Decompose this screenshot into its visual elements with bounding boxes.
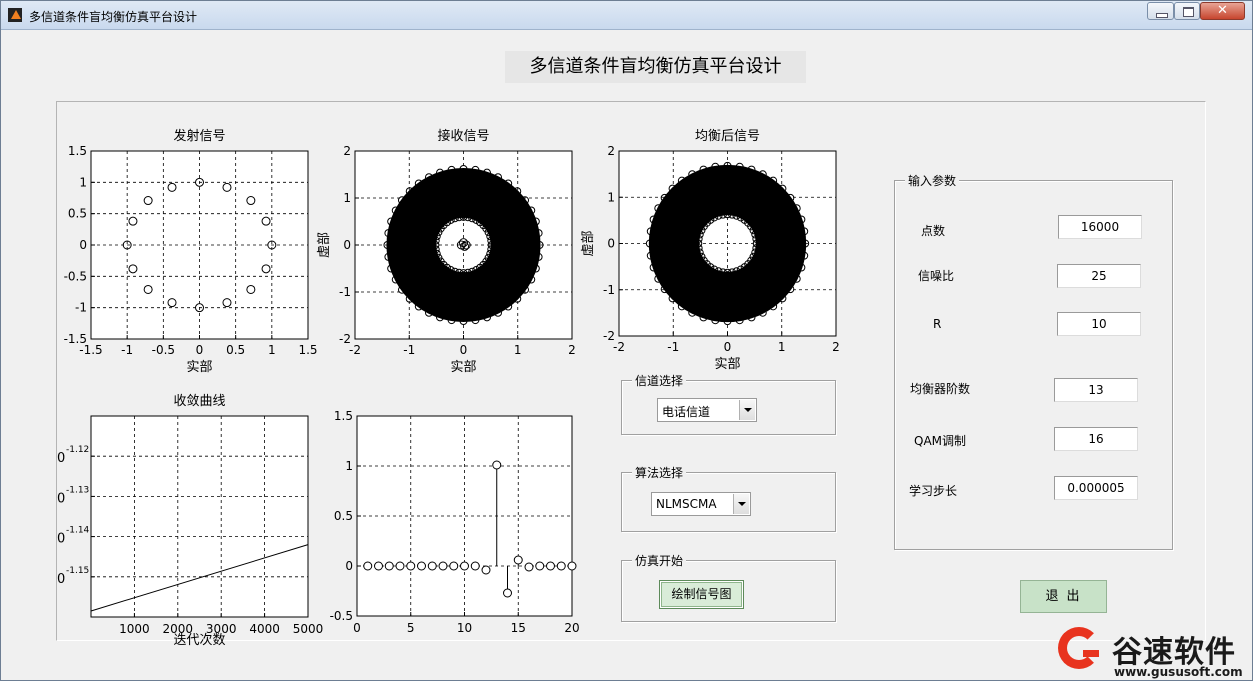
qam-label: QAM调制 — [914, 434, 967, 448]
simulation-group-title: 仿真开始 — [632, 552, 687, 569]
r-field[interactable]: 10 — [1057, 312, 1141, 336]
watermark-logo: 谷速软件 www.gususoft.com — [1052, 625, 1252, 681]
close-icon: ✕ — [1217, 3, 1228, 18]
title-bar[interactable]: 多信道条件盲均衡仿真平台设计 ✕ — [1, 1, 1252, 30]
channel-select[interactable]: 电话信道 — [657, 398, 757, 422]
step-size-label: 学习步长 — [909, 484, 958, 498]
window-title: 多信道条件盲均衡仿真平台设计 — [29, 10, 198, 24]
snr-field[interactable]: 25 — [1057, 264, 1141, 288]
chevron-down-icon[interactable] — [739, 400, 755, 420]
step-size-field[interactable]: 0.000005 — [1054, 476, 1138, 500]
minimize-button[interactable] — [1147, 2, 1174, 20]
qam-field[interactable]: 16 — [1054, 427, 1138, 451]
points-field[interactable]: 16000 — [1058, 215, 1142, 239]
algorithm-select[interactable]: NLMSCMA — [651, 492, 751, 516]
watermark-url: www.gususoft.com — [1114, 665, 1243, 679]
logo-icon — [1058, 627, 1100, 669]
chevron-down-icon[interactable] — [733, 494, 749, 514]
r-label: R — [933, 317, 942, 331]
maximize-button[interactable] — [1174, 2, 1200, 20]
plot-signals-button[interactable]: 绘制信号图 — [659, 580, 744, 609]
points-label: 点数 — [921, 224, 946, 238]
algorithm-group-title: 算法选择 — [632, 464, 687, 481]
input-params-title: 输入参数 — [905, 172, 960, 189]
channel-group-title: 信道选择 — [632, 372, 687, 389]
snr-label: 信噪比 — [918, 269, 955, 283]
channel-select-value: 电话信道 — [662, 405, 711, 419]
algorithm-select-value: NLMSCMA — [656, 497, 717, 511]
page-title: 多信道条件盲均衡仿真平台设计 — [505, 51, 806, 83]
equalizer-order-label: 均衡器阶数 — [910, 382, 971, 396]
close-button[interactable]: ✕ — [1200, 2, 1245, 20]
equalizer-order-field[interactable]: 13 — [1054, 378, 1138, 402]
matlab-icon — [8, 8, 22, 22]
exit-button[interactable]: 退出 — [1020, 580, 1107, 613]
